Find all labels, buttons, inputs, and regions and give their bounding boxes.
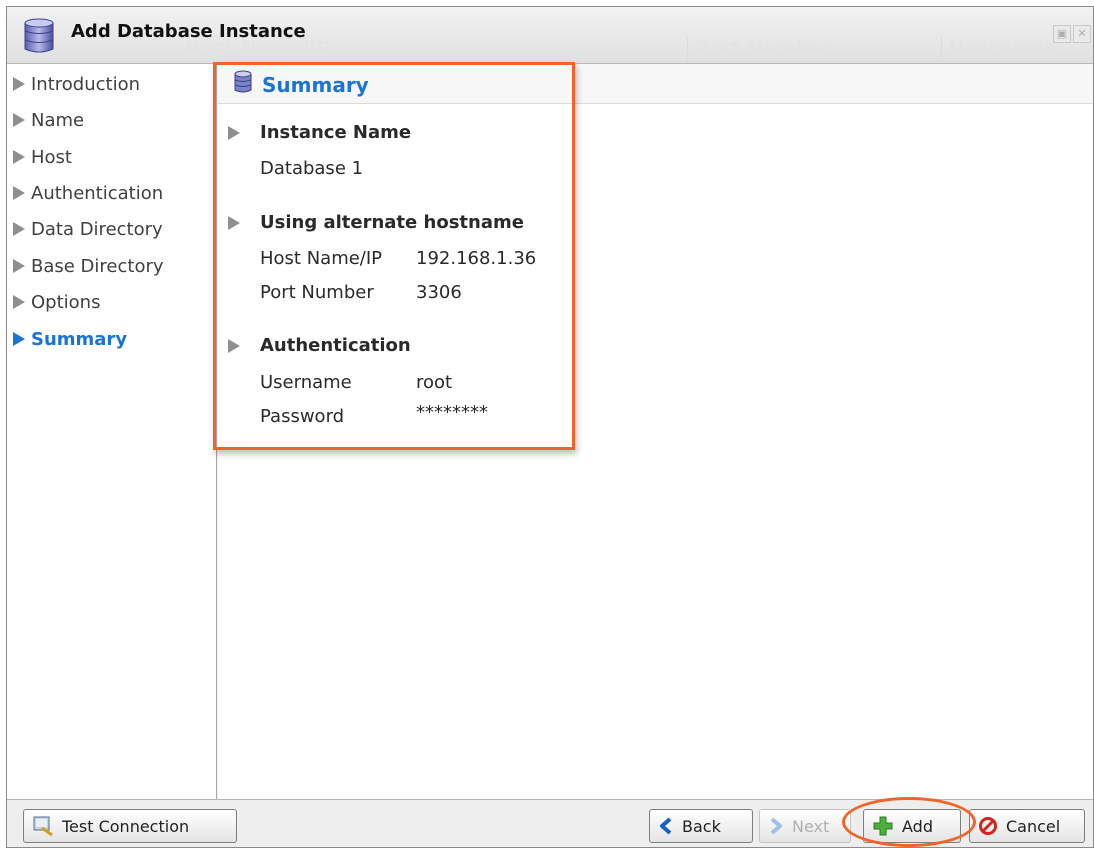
sidebar-item-data-directory[interactable]: Data Directory <box>13 215 163 243</box>
chevron-right-icon <box>770 817 782 835</box>
triangle-right-icon <box>13 259 25 273</box>
ghost-column-header: Host Name/IP <box>185 37 331 59</box>
sidebar-item-label: Base Directory <box>31 255 164 277</box>
triangle-right-icon <box>13 186 25 200</box>
back-button[interactable]: Back <box>649 809 753 843</box>
ghost-column-separator <box>687 37 688 63</box>
ghost-column-separator <box>941 37 942 63</box>
cancel-label: Cancel <box>1006 816 1061 836</box>
cancel-icon <box>979 817 997 835</box>
summary-highlight-annotation <box>213 62 575 450</box>
sidebar-item-introduction[interactable]: Introduction <box>13 70 140 98</box>
next-label: Next <box>792 816 830 836</box>
triangle-right-icon <box>13 77 25 91</box>
sidebar-item-name[interactable]: Name <box>13 106 84 134</box>
test-connection-icon <box>33 816 53 837</box>
database-icon <box>24 18 54 53</box>
triangle-right-icon <box>13 222 25 236</box>
sidebar-item-host[interactable]: Host <box>13 143 72 171</box>
test-connection-button[interactable]: Test Connection <box>23 809 237 843</box>
sidebar-item-authentication[interactable]: Authentication <box>13 179 163 207</box>
cancel-button[interactable]: Cancel <box>969 809 1085 843</box>
sidebar-item-label: Options <box>31 291 101 313</box>
sidebar-item-label: Host <box>31 146 72 168</box>
triangle-right-icon <box>13 150 25 164</box>
sidebar-item-label: Authentication <box>31 182 164 204</box>
sidebar-item-options[interactable]: Options <box>13 288 100 316</box>
triangle-right-icon <box>13 295 25 309</box>
sidebar-item-base-directory[interactable]: Base Directory <box>13 252 164 280</box>
triangle-right-icon <box>13 332 25 346</box>
sidebar-item-label: Data Directory <box>31 218 163 240</box>
sidebar-item-label: Summary <box>31 328 128 350</box>
back-label: Back <box>682 816 721 836</box>
triangle-right-icon <box>13 113 25 127</box>
ghost-column-header: Port Number <box>695 37 833 59</box>
sidebar-item-summary[interactable]: Summary <box>13 325 127 353</box>
chevron-left-icon <box>660 817 672 835</box>
sidebar-item-label: Introduction <box>31 73 141 95</box>
test-connection-label: Test Connection <box>62 816 190 836</box>
next-button[interactable]: Next <box>759 809 851 843</box>
add-button-highlight-annotation <box>842 797 976 847</box>
ghost-column-header: Username <box>949 37 1058 59</box>
wizard-steps-sidebar: Introduction Name Host Authentication Da… <box>7 64 217 799</box>
restore-icon[interactable]: ▣ <box>1053 25 1071 43</box>
close-icon[interactable]: ✕ <box>1073 25 1091 43</box>
sidebar-item-label: Name <box>31 109 85 131</box>
title-bar: Add Database Instance Host Name/IP Port … <box>7 7 1093 64</box>
